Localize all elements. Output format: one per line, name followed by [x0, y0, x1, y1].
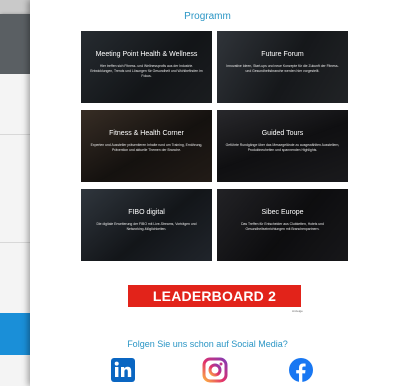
- program-card-fibo-digital[interactable]: FIBO digital Die digitale Erweiterung de…: [81, 189, 212, 261]
- leaderboard-ad-banner[interactable]: LEADERBOARD 2: [128, 285, 301, 307]
- linkedin-icon[interactable]: [110, 357, 136, 383]
- card-description: Geführte Rundgänge über das Messegelände…: [225, 143, 340, 152]
- ad-label: Anzeige: [292, 309, 303, 313]
- social-media-heading: Folgen Sie uns schon auf Social Media?: [127, 339, 288, 349]
- main-page: Programm Meeting Point Health & Wellness…: [30, 0, 393, 386]
- card-title: Meeting Point Health & Wellness: [95, 51, 198, 58]
- program-card-future-forum[interactable]: Future Forum Innovative Ideen, Start-ups…: [217, 31, 348, 103]
- background-divider: [0, 134, 30, 135]
- card-description: Experten und Aussteller präsentieren Inh…: [90, 143, 203, 152]
- background-header: [0, 14, 30, 74]
- program-card-meeting-point[interactable]: Meeting Point Health & Wellness Hier tre…: [81, 31, 212, 103]
- instagram-icon[interactable]: [202, 357, 228, 383]
- background-window: [0, 14, 30, 386]
- background-blue-panel: [0, 313, 30, 355]
- programm-heading: Programm: [184, 11, 231, 22]
- program-card-sibec-europe[interactable]: Sibec Europe Das Treffen für Entscheider…: [217, 189, 348, 261]
- card-description: Hier treffen sich Fitness- und Wellnessp…: [90, 64, 203, 78]
- card-title: Guided Tours: [261, 130, 304, 137]
- card-description: Innovative Ideen, Start-ups und neue Kon…: [226, 64, 339, 73]
- card-title: Future Forum: [261, 51, 304, 58]
- card-title: Sibec Europe: [261, 209, 304, 216]
- card-description: Das Treffen für Entscheider aus Clubkett…: [241, 222, 324, 231]
- background-divider: [0, 242, 30, 243]
- card-description: Die digitale Erweiterung der FIBO mit Li…: [96, 222, 197, 231]
- card-title: Fitness & Health Corner: [109, 130, 184, 137]
- facebook-icon[interactable]: [288, 357, 314, 383]
- program-card-fitness-health[interactable]: Fitness & Health Corner Experten und Aus…: [81, 110, 212, 182]
- card-title: FIBO digital: [128, 209, 165, 216]
- program-card-guided-tours[interactable]: Guided Tours Geführte Rundgänge über das…: [217, 110, 348, 182]
